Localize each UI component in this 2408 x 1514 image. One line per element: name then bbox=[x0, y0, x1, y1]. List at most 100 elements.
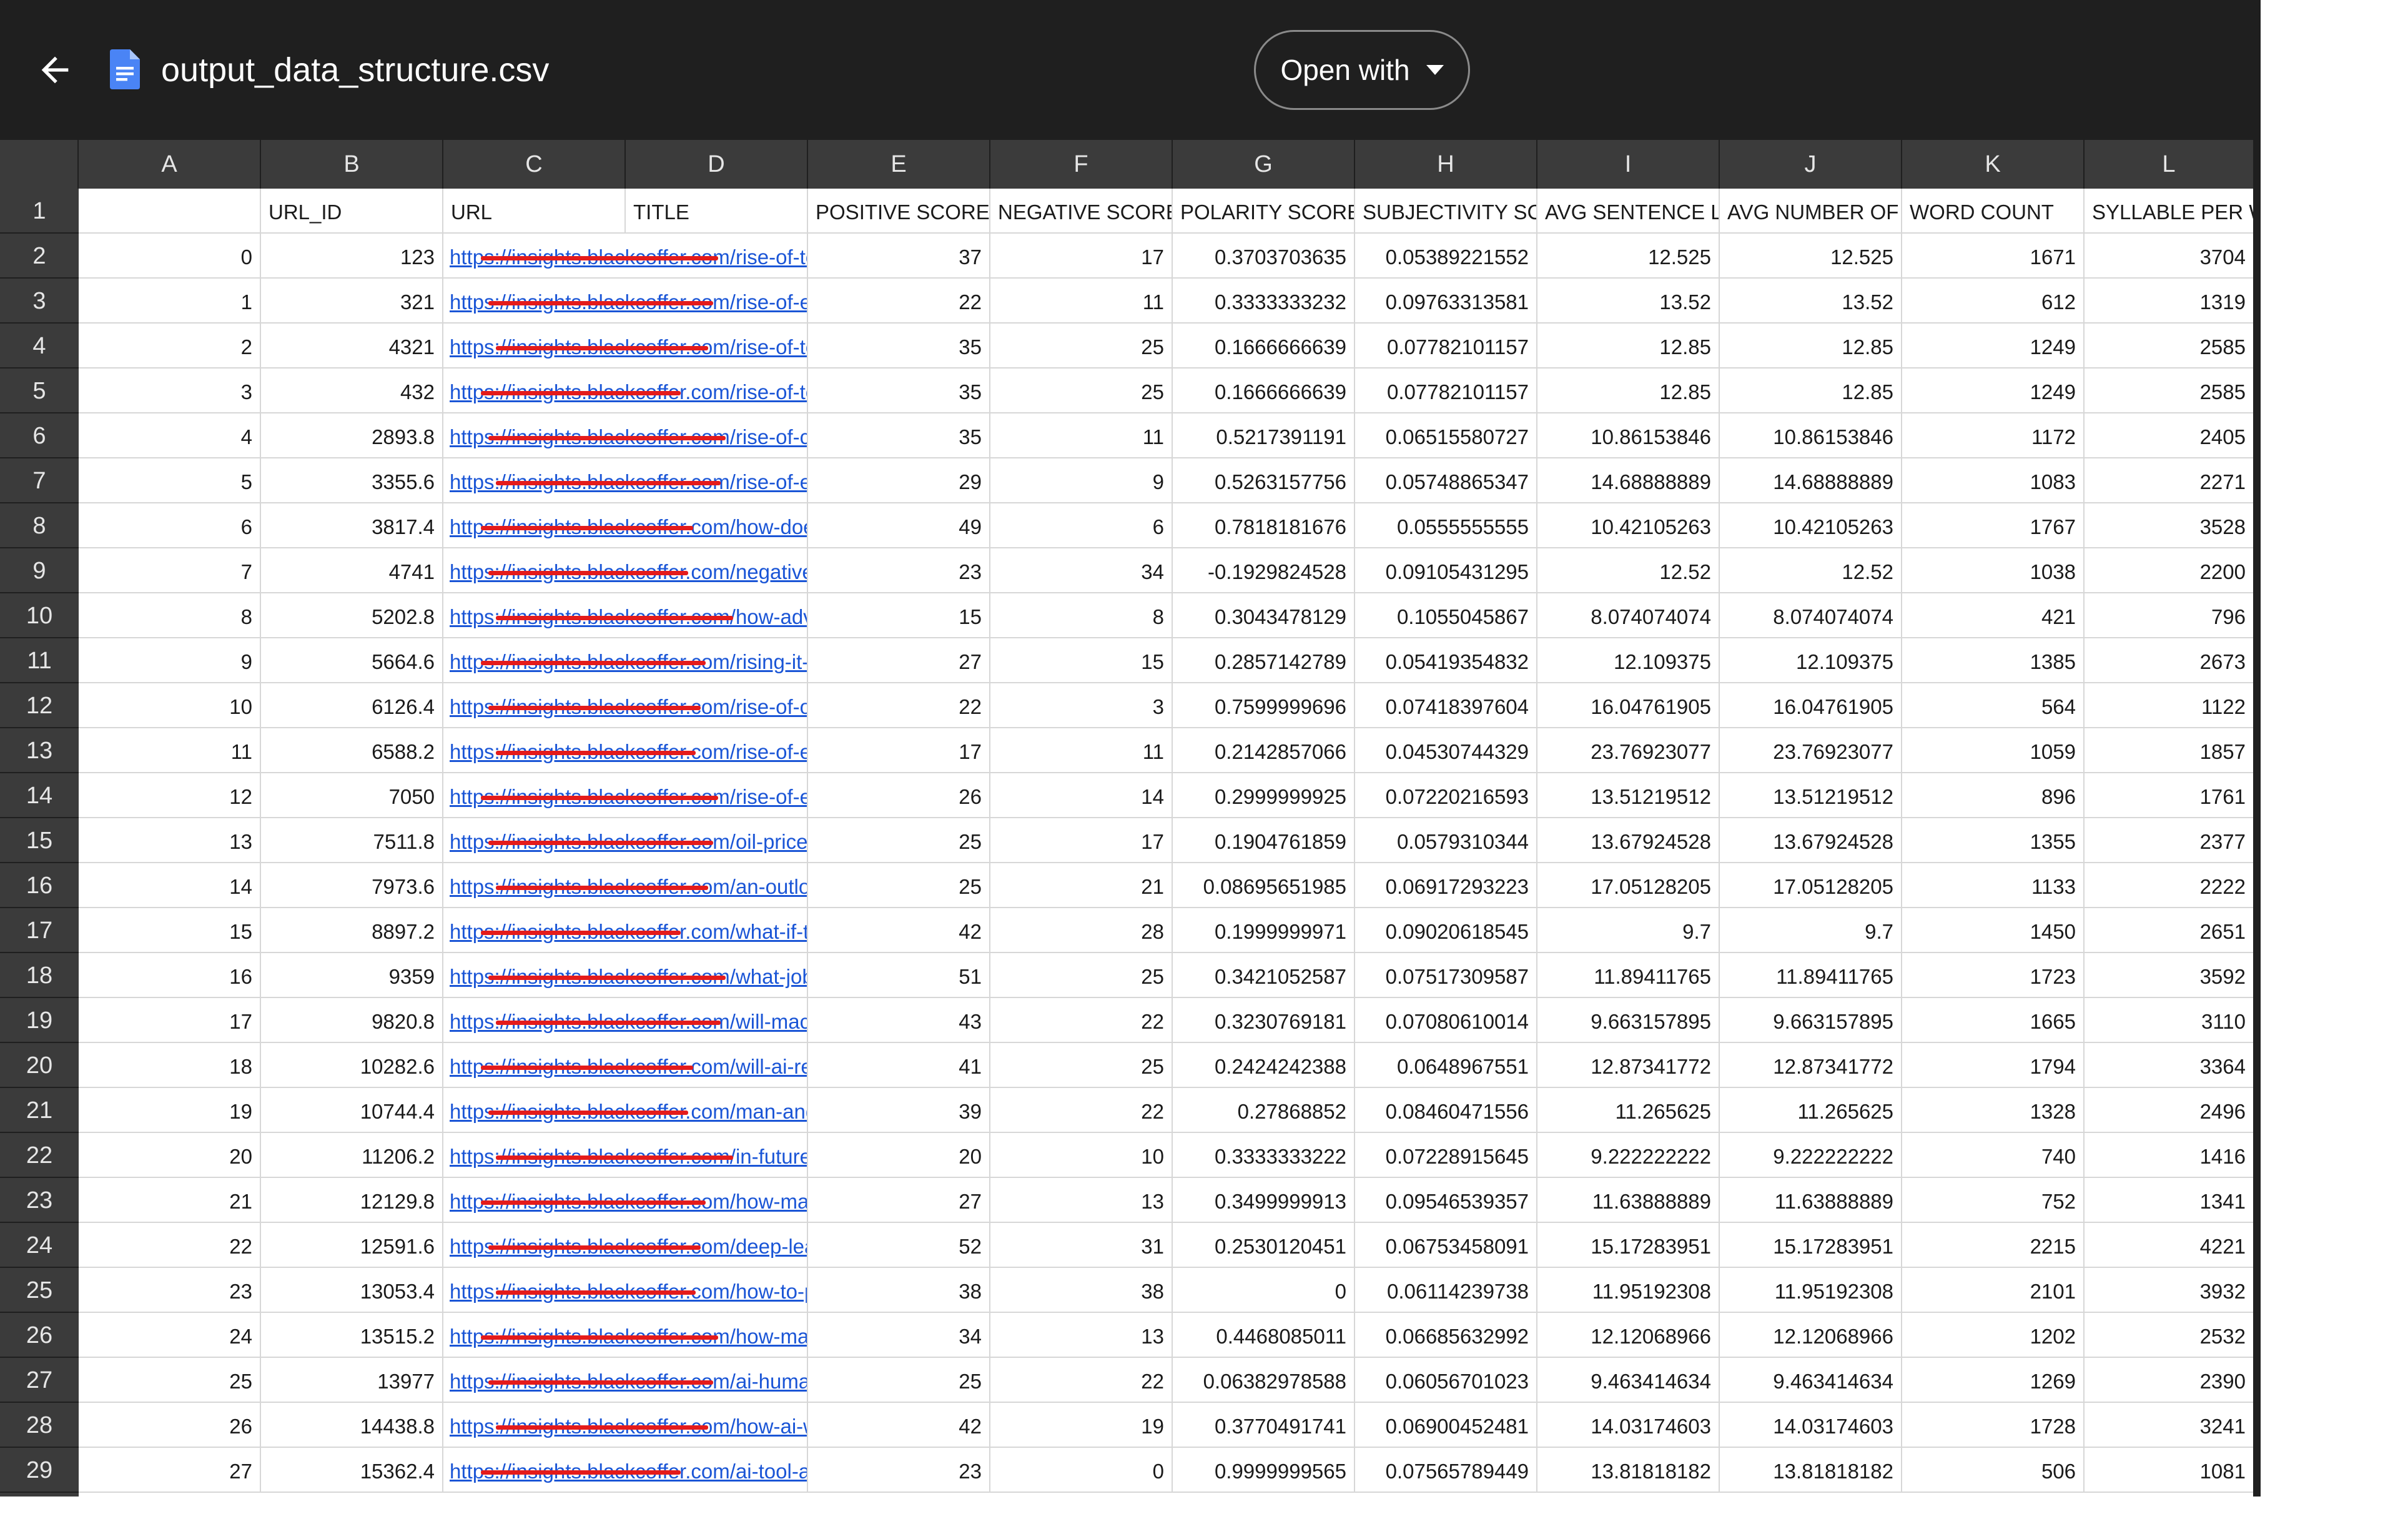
column-header-e[interactable]: E bbox=[808, 140, 990, 189]
data-cell[interactable]: 1665 bbox=[1902, 998, 2085, 1043]
header-cell[interactable]: URL bbox=[443, 189, 626, 234]
row-header-12[interactable]: 12 bbox=[0, 683, 79, 728]
data-cell[interactable]: 11.95192308 bbox=[1720, 1268, 1902, 1313]
data-cell[interactable]: 9359 bbox=[261, 953, 443, 998]
data-cell[interactable]: 12.52 bbox=[1720, 548, 1902, 593]
data-cell[interactable]: 1761 bbox=[2085, 773, 2253, 818]
data-cell[interactable]: 12.52 bbox=[1537, 548, 1720, 593]
row-header-7[interactable]: 7 bbox=[0, 458, 79, 503]
data-cell[interactable]: 22 bbox=[990, 1358, 1173, 1403]
data-cell[interactable]: 9.463414634 bbox=[1720, 1358, 1902, 1403]
data-cell[interactable]: 1249 bbox=[1902, 324, 2085, 369]
data-cell[interactable]: 0.06056701023 bbox=[1355, 1358, 1537, 1403]
data-cell[interactable]: 3110 bbox=[2085, 998, 2253, 1043]
column-header-a[interactable]: A bbox=[79, 140, 261, 189]
row-header-28[interactable]: 28 bbox=[0, 1403, 79, 1448]
data-cell[interactable]: 13.67924528 bbox=[1720, 818, 1902, 863]
data-cell[interactable]: 34 bbox=[990, 548, 1173, 593]
row-header-8[interactable]: 8 bbox=[0, 503, 79, 548]
column-header-i[interactable]: I bbox=[1537, 140, 1720, 189]
row-header-20[interactable]: 20 bbox=[0, 1043, 79, 1088]
data-cell[interactable]: 29 bbox=[808, 458, 990, 503]
data-cell[interactable]: 38 bbox=[808, 1268, 990, 1313]
data-cell[interactable]: 14 bbox=[990, 773, 1173, 818]
data-cell[interactable]: 4221 bbox=[2085, 1223, 2253, 1268]
data-cell[interactable]: 564 bbox=[1902, 683, 2085, 728]
data-cell[interactable]: 11.265625 bbox=[1537, 1088, 1720, 1133]
data-cell[interactable]: 2893.8 bbox=[261, 413, 443, 458]
data-cell[interactable]: 0.2530120451 bbox=[1173, 1223, 1355, 1268]
data-cell[interactable]: 0.3230769181 bbox=[1173, 998, 1355, 1043]
data-cell[interactable]: 0.3043478129 bbox=[1173, 593, 1355, 638]
back-button[interactable] bbox=[30, 45, 80, 95]
data-cell[interactable]: 1857 bbox=[2085, 728, 2253, 773]
data-cell[interactable]: 25 bbox=[990, 324, 1173, 369]
data-cell[interactable]: 15 bbox=[808, 593, 990, 638]
row-header-16[interactable]: 16 bbox=[0, 863, 79, 908]
data-cell[interactable]: 432 bbox=[261, 369, 443, 413]
data-cell[interactable]: 9.7 bbox=[1537, 908, 1720, 953]
data-cell[interactable]: 8897.2 bbox=[261, 908, 443, 953]
row-header-10[interactable]: 10 bbox=[0, 593, 79, 638]
header-cell[interactable]: WORD COUNT bbox=[1902, 189, 2085, 234]
data-cell[interactable]: 13053.4 bbox=[261, 1268, 443, 1313]
data-cell[interactable]: 2377 bbox=[2085, 818, 2253, 863]
data-cell[interactable]: 0.4468085011 bbox=[1173, 1313, 1355, 1358]
data-cell[interactable]: 1728 bbox=[1902, 1403, 2085, 1448]
data-cell[interactable]: 25 bbox=[808, 863, 990, 908]
data-cell[interactable]: 9.7 bbox=[1720, 908, 1902, 953]
data-cell[interactable]: 12.109375 bbox=[1720, 638, 1902, 683]
data-cell[interactable]: 13.52 bbox=[1720, 279, 1902, 324]
data-cell[interactable]: 19 bbox=[990, 1403, 1173, 1448]
data-cell[interactable]: 13.52 bbox=[1537, 279, 1720, 324]
data-cell[interactable]: 0.7599999696 bbox=[1173, 683, 1355, 728]
data-cell[interactable]: 3932 bbox=[2085, 1268, 2253, 1313]
data-cell[interactable]: 1038 bbox=[1902, 548, 2085, 593]
data-cell[interactable]: 28 bbox=[990, 908, 1173, 953]
data-cell[interactable]: 1269 bbox=[1902, 1358, 2085, 1403]
data-cell[interactable]: 2271 bbox=[2085, 458, 2253, 503]
data-cell[interactable]: 0.06917293223 bbox=[1355, 863, 1537, 908]
data-cell[interactable]: 11.95192308 bbox=[1537, 1268, 1720, 1313]
data-cell[interactable]: 0.07782101157 bbox=[1355, 324, 1537, 369]
data-cell[interactable]: 15 bbox=[990, 638, 1173, 683]
data-cell[interactable]: 1416 bbox=[2085, 1133, 2253, 1178]
data-cell[interactable]: 11.89411765 bbox=[1720, 953, 1902, 998]
data-cell[interactable]: 796 bbox=[2085, 593, 2253, 638]
data-cell[interactable]: 3704 bbox=[2085, 234, 2253, 279]
header-cell[interactable]: SYLLABLE PER WO bbox=[2085, 189, 2253, 234]
data-cell[interactable]: 6588.2 bbox=[261, 728, 443, 773]
row-header-18[interactable]: 18 bbox=[0, 953, 79, 998]
data-cell[interactable]: 612 bbox=[1902, 279, 2085, 324]
data-cell[interactable]: 0.3703703635 bbox=[1173, 234, 1355, 279]
url-link[interactable]: https://insights.blackcoffer.com/rise-of… bbox=[443, 773, 808, 818]
data-cell[interactable]: 12129.8 bbox=[261, 1178, 443, 1223]
data-cell[interactable]: 25 bbox=[808, 818, 990, 863]
data-cell[interactable]: 39 bbox=[808, 1088, 990, 1133]
url-link[interactable]: https://insights.blackcoffer.com/ai-tool… bbox=[443, 1448, 808, 1493]
data-cell[interactable]: 14.68888889 bbox=[1720, 458, 1902, 503]
data-cell[interactable]: 0.06382978588 bbox=[1173, 1358, 1355, 1403]
data-cell[interactable]: 12.85 bbox=[1720, 369, 1902, 413]
data-cell[interactable]: 0.09020618545 bbox=[1355, 908, 1537, 953]
data-cell[interactable]: 10.42105263 bbox=[1537, 503, 1720, 548]
data-cell[interactable]: 0.7818181676 bbox=[1173, 503, 1355, 548]
data-cell[interactable]: 12.525 bbox=[1537, 234, 1720, 279]
data-cell[interactable]: 23 bbox=[808, 1448, 990, 1493]
header-cell[interactable]: AVG NUMBER OF W bbox=[1720, 189, 1902, 234]
data-cell[interactable]: 10 bbox=[990, 1133, 1173, 1178]
column-header-j[interactable]: J bbox=[1720, 140, 1902, 189]
header-cell[interactable]: POSITIVE SCORE bbox=[808, 189, 990, 234]
data-cell[interactable]: 0.08460471556 bbox=[1355, 1088, 1537, 1133]
data-cell[interactable]: 2405 bbox=[2085, 413, 2253, 458]
data-cell[interactable]: 13977 bbox=[261, 1358, 443, 1403]
data-cell[interactable]: 38 bbox=[990, 1268, 1173, 1313]
data-cell[interactable]: 0.9999999565 bbox=[1173, 1448, 1355, 1493]
data-cell[interactable]: 11 bbox=[79, 728, 261, 773]
data-cell[interactable]: 15 bbox=[79, 908, 261, 953]
data-cell[interactable]: 11 bbox=[990, 728, 1173, 773]
url-link[interactable]: https://insights.blackcoffer.com/rising-… bbox=[443, 638, 808, 683]
data-cell[interactable]: 35 bbox=[808, 369, 990, 413]
data-cell[interactable]: 0.09763313581 bbox=[1355, 279, 1537, 324]
data-cell[interactable]: 22 bbox=[990, 998, 1173, 1043]
